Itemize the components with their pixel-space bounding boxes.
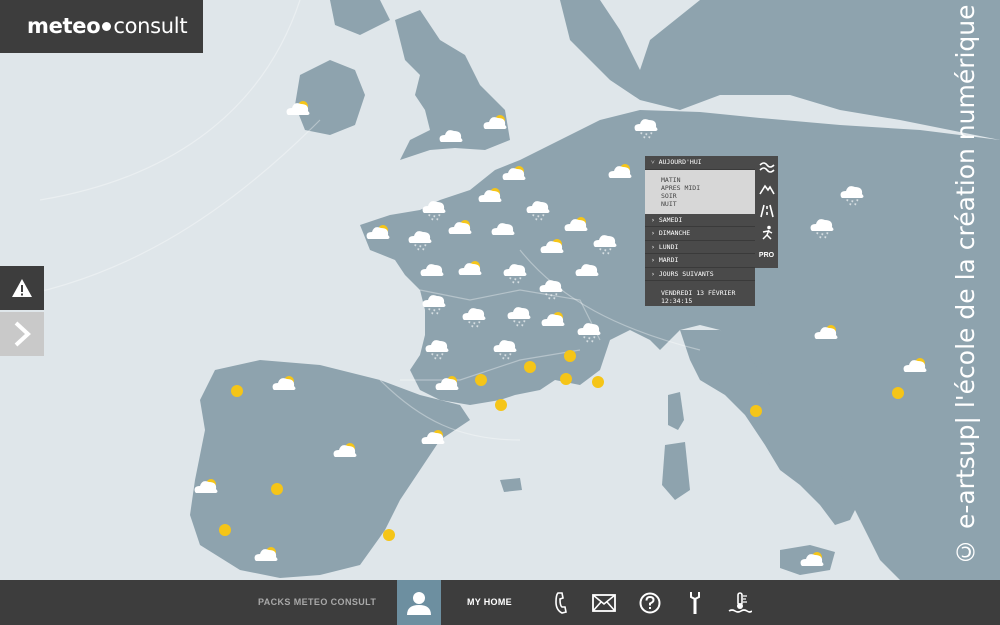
chevron-right-icon [14,321,31,347]
contact-mail-button[interactable] [591,590,617,616]
tab-monday[interactable]: › LUNDI [645,241,755,254]
mountain-layer-button[interactable] [755,178,778,200]
logo-text-light: consult [113,14,188,38]
user-account-button[interactable] [397,580,441,625]
help-icon [639,592,661,614]
logo-text-bold: meteo [27,14,101,38]
tab-following-days[interactable]: › JOURS SUIVANTS [645,268,755,281]
bottom-toolbar: PACKS METEO CONSULT MY HOME [0,580,1000,625]
forecast-panel: ˅ AUJOURD'HUI MATIN APRES MIDI SOIR NUIT… [645,156,755,306]
sun-weather-icon[interactable] [564,350,576,362]
sun-weather-icon[interactable] [524,361,536,373]
marine-layer-button[interactable] [755,156,778,178]
logo-dot [102,21,112,31]
sun-weather-icon[interactable] [271,483,283,495]
sun-weather-icon[interactable] [383,529,395,541]
period-afternoon[interactable]: APRES MIDI [661,184,755,192]
sun-weather-icon[interactable] [560,373,572,385]
water-temperature-button[interactable] [727,590,753,616]
phone-icon [555,592,567,614]
activity-layer-button[interactable] [755,222,778,244]
sun-weather-icon[interactable] [231,385,243,397]
day-label: JOURS SUIVANTS [658,269,714,278]
road-layer-button[interactable] [755,200,778,222]
period-list: MATIN APRES MIDI SOIR NUIT [645,169,755,214]
settings-tool-button[interactable] [682,590,708,616]
tab-tuesday[interactable]: › MARDI [645,254,755,268]
road-icon [759,204,774,218]
period-morning[interactable]: MATIN [661,176,755,184]
copyright-watermark: © e-artsup| l'école de la création numér… [951,4,980,566]
sun-weather-icon[interactable] [219,524,231,536]
contact-phone-button[interactable] [548,590,574,616]
user-icon [407,591,431,615]
weather-alert-button[interactable] [0,266,44,310]
warning-icon [12,279,32,297]
packs-link[interactable]: PACKS METEO CONSULT [258,580,376,625]
tab-saturday[interactable]: › SAMEDI [645,214,755,227]
map-layer-tools: PRO [755,156,778,268]
current-time: 12:34:15 [661,297,693,305]
meteoconsult-logo[interactable]: meteo consult [0,0,203,53]
day-label: LUNDI [658,242,679,251]
sun-weather-icon[interactable] [475,374,487,386]
mail-icon [592,594,616,612]
water-temperature-icon [728,592,752,613]
activity-icon [761,225,772,240]
day-label: MARDI [658,256,679,264]
sun-weather-icon[interactable] [592,376,604,388]
period-evening[interactable]: SOIR [661,192,755,200]
my-home-link[interactable]: MY HOME [467,580,512,625]
today-label: AUJOURD'HUI [658,158,702,166]
current-datetime: VENDREDI 13 FÉVRIER 12:34:15 [645,281,755,305]
tool-icon [690,592,700,614]
current-date: VENDREDI 13 FÉVRIER [661,289,736,297]
tab-today[interactable]: ˅ AUJOURD'HUI [645,156,755,170]
sun-weather-icon[interactable] [892,387,904,399]
day-label: SAMEDI [658,215,683,224]
day-label: DIMANCHE [658,229,691,237]
tab-sunday[interactable]: › DIMANCHE [645,227,755,241]
waves-icon [758,162,775,173]
pro-button[interactable]: PRO [755,244,778,266]
europe-weather-map[interactable]: * * ** ** * ** ** * ** ** * ** ** * ** ** * ** * * * ** ** * ** *… [0,0,1000,580]
help-button[interactable] [637,590,663,616]
sun-weather-icon[interactable] [495,399,507,411]
expand-sidebar-button[interactable] [0,312,44,356]
sun-weather-icon[interactable] [750,405,762,417]
mountain-icon [758,184,775,195]
period-night[interactable]: NUIT [661,200,755,208]
